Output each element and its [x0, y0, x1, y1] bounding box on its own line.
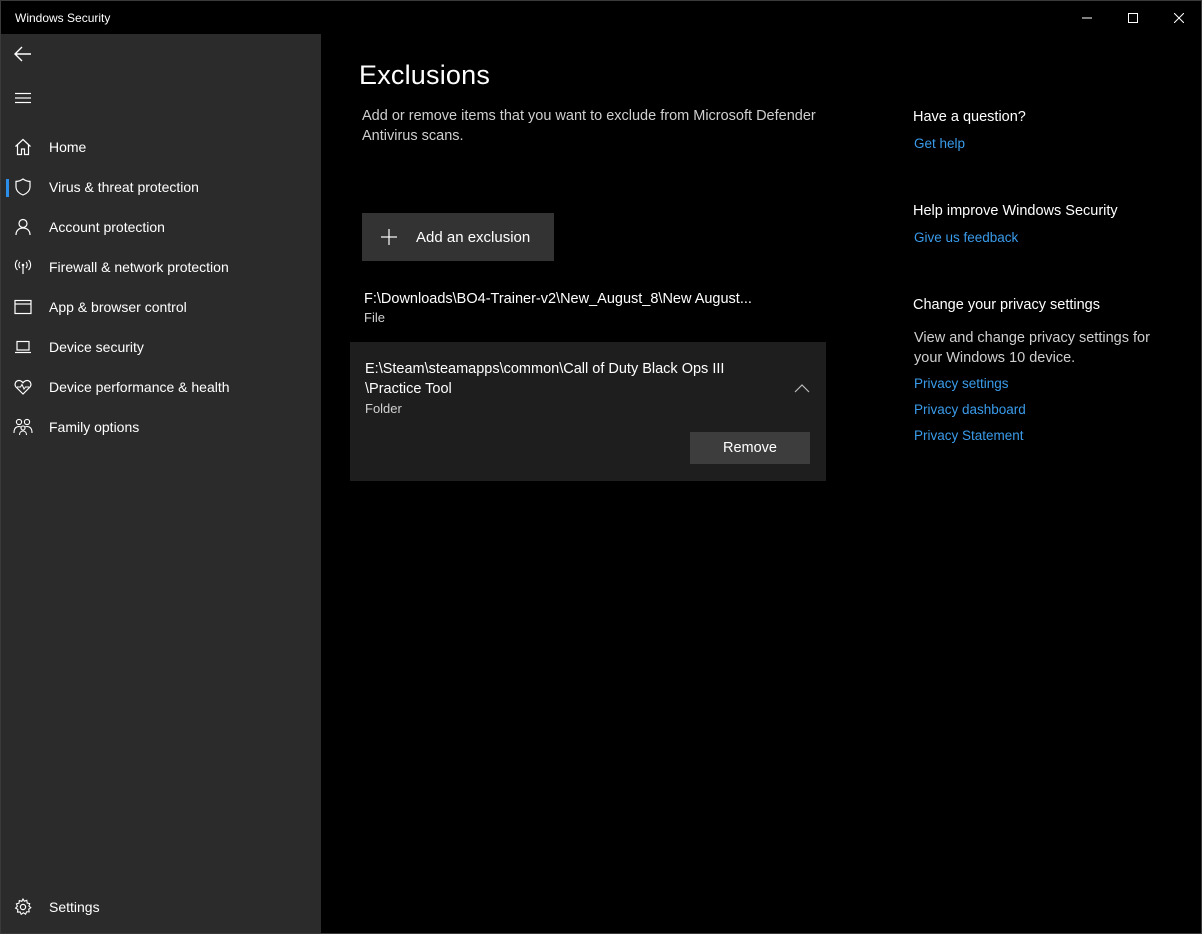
add-exclusion-button[interactable]: Add an exclusion [362, 213, 554, 261]
privacy-description: View and change privacy settings for you… [914, 330, 1150, 366]
page-description: Add or remove items that you want to exc… [362, 108, 816, 144]
exclusion-item-expanded[interactable]: E:\Steam\steamapps\common\Call of Duty B… [350, 342, 826, 481]
sidebar-item-device-security[interactable]: Device security [1, 327, 321, 367]
home-icon [1, 127, 45, 167]
sidebar-item-app-browser-control[interactable]: App & browser control [1, 287, 321, 327]
shield-icon [1, 167, 45, 207]
close-icon [1174, 12, 1184, 23]
sidebar-item-device-performance-health[interactable]: Device performance & health [1, 367, 321, 407]
minimize-icon [1082, 17, 1092, 18]
back-button[interactable] [1, 34, 45, 74]
hamburger-icon [15, 92, 31, 104]
laptop-icon [1, 327, 45, 367]
sidebar-item-label: Settings [49, 899, 100, 915]
maximize-icon [1128, 12, 1138, 23]
gear-icon [1, 887, 45, 927]
sidebar-item-label: Account protection [49, 219, 165, 235]
question-heading: Have a question? [913, 109, 1026, 125]
minimize-button[interactable] [1064, 1, 1110, 34]
person-icon [1, 207, 45, 247]
back-arrow-icon [14, 46, 31, 62]
sidebar-item-settings[interactable]: Settings [1, 887, 321, 927]
improve-heading: Help improve Windows Security [913, 203, 1118, 219]
sidebar-item-label: App & browser control [49, 299, 187, 315]
sidebar-item-label: Firewall & network protection [49, 259, 229, 275]
sidebar-item-family-options[interactable]: Family options [1, 407, 321, 447]
sidebar-item-account-protection[interactable]: Account protection [1, 207, 321, 247]
app-title: Windows Security [15, 11, 111, 25]
privacy-dashboard-link[interactable]: Privacy dashboard [914, 402, 1026, 417]
add-exclusion-label: Add an exclusion [416, 228, 531, 246]
privacy-settings-link[interactable]: Privacy settings [914, 376, 1009, 391]
sidebar-item-home[interactable]: Home [1, 127, 321, 167]
sidebar-item-label: Virus & threat protection [49, 179, 199, 195]
exclusion-item[interactable]: F:\Downloads\BO4-Trainer-v2\New_August_8… [364, 289, 794, 325]
family-icon [1, 407, 45, 447]
sidebar-item-label: Home [49, 139, 87, 155]
wifi-antenna-icon [1, 247, 45, 287]
sidebar-item-label: Family options [49, 419, 140, 435]
exclusion-path: E:\Steam\steamapps\common\Call of Duty B… [365, 359, 765, 399]
main-content: Exclusions Add or remove items that you … [321, 34, 1201, 933]
heart-pulse-icon [1, 367, 45, 407]
sidebar: Home Virus & threat protection Account p… [1, 34, 321, 933]
windows-security-window: Windows Security Home Virus & threat pro… [0, 0, 1202, 934]
exclusion-type: File [364, 310, 385, 325]
browser-window-icon [1, 287, 45, 327]
hamburger-menu-button[interactable] [1, 78, 45, 118]
collapse-button[interactable] [790, 378, 814, 398]
exclusion-type: Folder [365, 401, 402, 416]
sidebar-item-firewall-network-protection[interactable]: Firewall & network protection [1, 247, 321, 287]
feedback-link[interactable]: Give us feedback [914, 230, 1018, 245]
exclusion-path-line: \Practice Tool [365, 381, 452, 397]
remove-button[interactable]: Remove [690, 432, 810, 464]
exclusion-path: F:\Downloads\BO4-Trainer-v2\New_August_8… [364, 291, 752, 307]
plus-icon [362, 229, 416, 245]
title-bar: Windows Security [1, 1, 1201, 34]
privacy-heading: Change your privacy settings [913, 297, 1100, 313]
sidebar-item-label: Device security [49, 339, 144, 355]
sidebar-item-virus-threat-protection[interactable]: Virus & threat protection [1, 167, 321, 207]
page-title: Exclusions [359, 60, 491, 90]
get-help-link[interactable]: Get help [914, 136, 965, 151]
chevron-up-icon [794, 384, 810, 393]
maximize-button[interactable] [1110, 1, 1156, 34]
sidebar-item-label: Device performance & health [49, 379, 230, 395]
privacy-statement-link[interactable]: Privacy Statement [914, 428, 1024, 443]
exclusion-path-line: E:\Steam\steamapps\common\Call of Duty B… [365, 361, 725, 377]
close-button[interactable] [1156, 1, 1202, 34]
